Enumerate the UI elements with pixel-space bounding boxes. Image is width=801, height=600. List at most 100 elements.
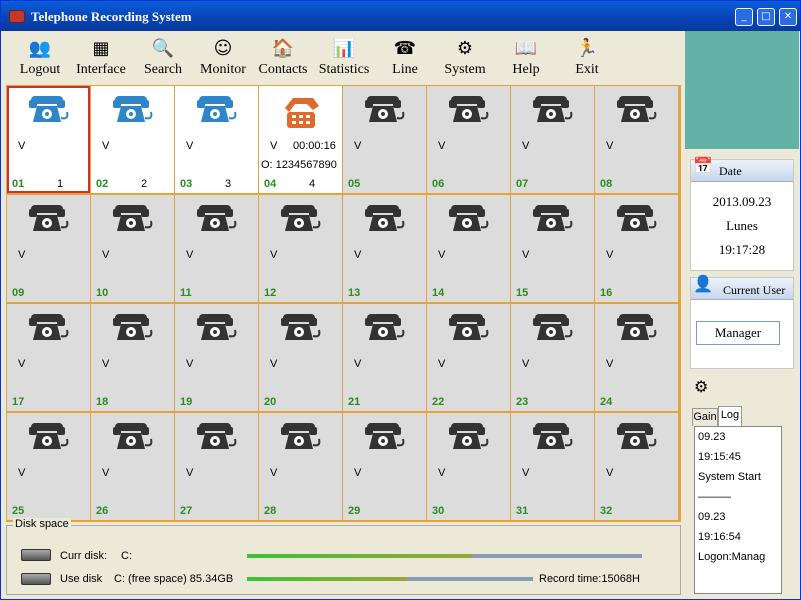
- maximize-button[interactable]: □: [757, 8, 775, 26]
- line-number: 08: [600, 178, 613, 190]
- line-cell[interactable]: V 20: [259, 304, 342, 411]
- use-disk-label: Use disk: [60, 573, 103, 585]
- phone-icon: [113, 314, 153, 340]
- minimize-button[interactable]: _: [735, 8, 753, 26]
- log-entry: System Start: [698, 471, 761, 483]
- line-cell[interactable]: V 19: [175, 304, 258, 411]
- phone-icon: [365, 205, 405, 231]
- line-number: 25: [12, 505, 25, 517]
- line-voice-flag: V: [270, 358, 278, 370]
- toolbar-label: Logout: [19, 62, 61, 77]
- system-icon: ⚙: [456, 38, 474, 59]
- toolbar-statistics-button[interactable]: 📊 Statistics: [315, 31, 373, 83]
- toolbar-search-button[interactable]: 🔍 Search: [138, 31, 188, 83]
- line-cell[interactable]: V 18: [91, 304, 174, 411]
- line-cell[interactable]: V 27: [175, 413, 258, 520]
- line-number: 02: [96, 178, 109, 190]
- line-cell[interactable]: V 25: [7, 413, 90, 520]
- line-cell[interactable]: V 21: [343, 304, 426, 411]
- line-cell[interactable]: V 29: [343, 413, 426, 520]
- line-cell[interactable]: V 09: [7, 195, 90, 302]
- line-cell[interactable]: V 13: [343, 195, 426, 302]
- toolbar-line-button[interactable]: ☎ Line: [380, 31, 430, 83]
- line-cell[interactable]: V 14: [427, 195, 510, 302]
- log-entry: 19:16:54: [698, 531, 741, 543]
- line-number: 11: [180, 287, 192, 299]
- line-number: 16: [600, 287, 613, 299]
- line-cell[interactable]: V 16: [595, 195, 678, 302]
- line-cell[interactable]: V 02 2: [91, 86, 174, 193]
- line-cell[interactable]: V 11: [175, 195, 258, 302]
- line-voice-flag: V: [354, 358, 362, 370]
- line-voice-flag: V: [270, 249, 278, 261]
- line-cell[interactable]: V 06: [427, 86, 510, 193]
- toolbar-exit-button[interactable]: 🏃 Exit: [563, 31, 611, 83]
- current-time: 19:17:28: [718, 242, 766, 257]
- line-number: 22: [432, 396, 445, 408]
- line-number: 14: [432, 287, 445, 299]
- close-button[interactable]: ✕: [779, 8, 797, 26]
- date-panel-title: Date: [719, 164, 742, 178]
- line-voice-flag: V: [186, 358, 194, 370]
- line-number: 32: [600, 505, 613, 517]
- phone-icon: [449, 423, 489, 449]
- line-cell[interactable]: V 28: [259, 413, 342, 520]
- toolbar-logout-button[interactable]: 👥 Logout: [15, 31, 65, 83]
- line-number: 06: [432, 178, 445, 190]
- toolbar-interface-button[interactable]: ▦ Interface: [71, 31, 131, 83]
- line-index: 2: [141, 178, 148, 190]
- line-cell[interactable]: V 03 3: [175, 86, 258, 193]
- line-number: 09: [12, 287, 25, 299]
- toolbar-label: Line: [392, 62, 418, 77]
- line-cell[interactable]: V 12: [259, 195, 342, 302]
- line-cell[interactable]: V 05: [343, 86, 426, 193]
- use-disk-value: C: (free space) 85.34GB: [114, 573, 234, 585]
- search-icon: 🔍: [151, 38, 175, 59]
- line-cell[interactable]: V 24: [595, 304, 678, 411]
- side-panel: 📅 Date 2013.09.23 Lunes 19:17:28 👤 Curre…: [685, 31, 799, 599]
- statistics-icon: 📊: [332, 38, 356, 59]
- line-cell[interactable]: V 04 4 00:00:16 O: 1234567890: [259, 86, 342, 193]
- line-cell[interactable]: V 10: [91, 195, 174, 302]
- window-title: Telephone Recording System: [31, 9, 192, 24]
- line-cell[interactable]: V 08: [595, 86, 678, 193]
- tab-log[interactable]: Log: [718, 406, 742, 426]
- line-cell[interactable]: V 22: [427, 304, 510, 411]
- line-icon: ☎: [393, 38, 417, 59]
- toolbar-monitor-button[interactable]: ☺ Monitor: [194, 31, 252, 83]
- line-cell[interactable]: V 31: [511, 413, 594, 520]
- log-tabs: Gain Log: [690, 406, 794, 426]
- line-voice-flag: V: [186, 140, 194, 152]
- line-voice-flag: V: [102, 467, 110, 479]
- line-cell[interactable]: V 32: [595, 413, 678, 520]
- phone-icon: [29, 205, 69, 231]
- line-cell[interactable]: V 15: [511, 195, 594, 302]
- line-voice-flag: V: [18, 249, 26, 261]
- line-voice-flag: V: [186, 467, 194, 479]
- line-voice-flag: V: [102, 358, 110, 370]
- log-entry: 09.23: [698, 511, 726, 523]
- line-voice-flag: V: [18, 140, 26, 152]
- toolbar-contacts-button[interactable]: 🏠 Contacts: [253, 31, 313, 83]
- line-voice-flag: V: [18, 467, 26, 479]
- line-cell[interactable]: V 23: [511, 304, 594, 411]
- tab-gain[interactable]: Gain: [692, 408, 718, 426]
- line-cell[interactable]: V 26: [91, 413, 174, 520]
- phone-icon: [365, 423, 405, 449]
- calendar-icon: 📅: [693, 156, 713, 175]
- log-list[interactable]: 09.23 19:15:45 System Start ——— 09.23 19:16:5…: [694, 426, 782, 594]
- toolbar-help-button[interactable]: 📖 Help: [500, 31, 552, 83]
- line-cell[interactable]: V 01 1: [7, 86, 90, 193]
- phone-icon: [449, 205, 489, 231]
- phone-icon: [365, 314, 405, 340]
- line-grid: V 01 1 V 02 2 V 03 3 V 04 4 00:00:16 O: 1234567890 V 05…: [6, 85, 681, 522]
- line-cell[interactable]: V 07: [511, 86, 594, 193]
- contacts-icon: 🏠: [271, 38, 295, 59]
- title-bar[interactable]: Telephone Recording System _ □ ✕: [1, 1, 800, 31]
- toolbar-system-button[interactable]: ⚙ System: [434, 31, 496, 83]
- line-index: 3: [225, 178, 232, 190]
- line-cell[interactable]: V 30: [427, 413, 510, 520]
- line-voice-flag: V: [186, 249, 194, 261]
- line-cell[interactable]: V 17: [7, 304, 90, 411]
- line-voice-flag: V: [606, 358, 614, 370]
